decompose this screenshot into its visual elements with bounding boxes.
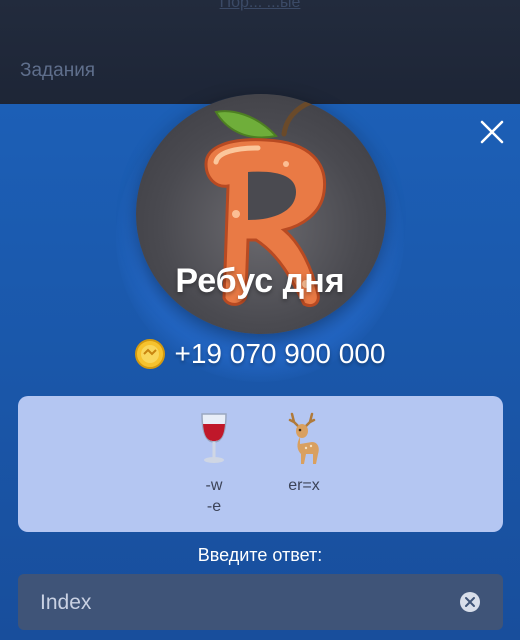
clear-icon <box>460 592 480 612</box>
rebus-title: Ребус дня <box>175 262 345 300</box>
wine-glass-icon <box>201 413 227 463</box>
rebus-item-wine: -w -e <box>174 410 254 517</box>
close-icon <box>480 120 504 144</box>
rebus-hint: -w -e <box>205 477 223 515</box>
tab-tasks[interactable]: Задания <box>20 60 95 82</box>
reward-row: +19 070 900 000 <box>0 334 520 374</box>
rebus-card: -w -e er=x <box>18 396 503 532</box>
deer-icon <box>288 412 319 464</box>
answer-field <box>18 574 503 632</box>
answer-input[interactable] <box>38 574 462 632</box>
rebus-hint: er=x <box>288 477 320 494</box>
clear-button[interactable] <box>459 591 481 613</box>
reward-value: +19 070 900 000 <box>174 338 386 369</box>
rebus-item-deer: er=x <box>264 410 344 496</box>
close-button[interactable] <box>478 118 506 146</box>
background-link[interactable]: Пор... ...ые <box>150 0 370 12</box>
answer-label: Введите ответ: <box>197 545 323 565</box>
coin-icon <box>134 339 165 369</box>
